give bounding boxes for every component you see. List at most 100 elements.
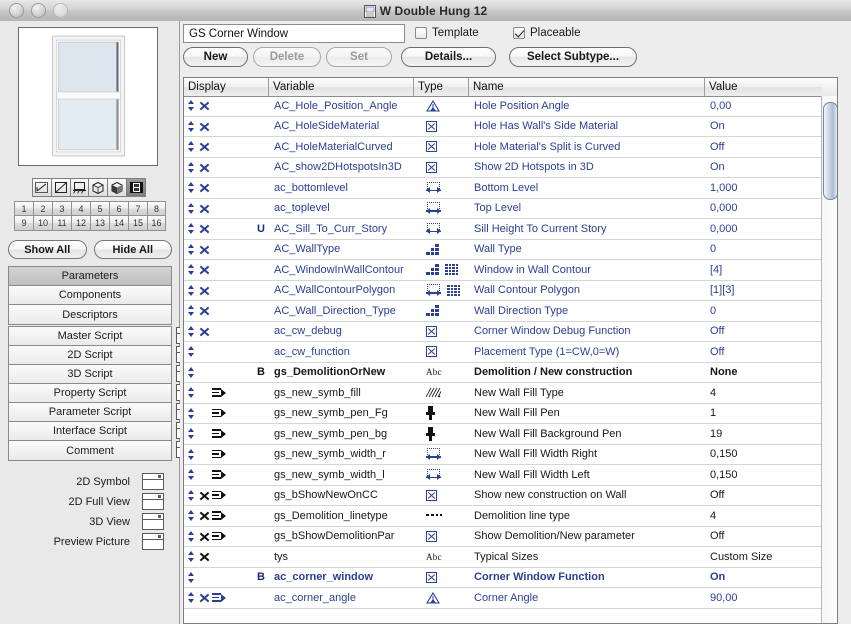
reorder-handle-icon[interactable] (187, 181, 196, 194)
cell-type[interactable] (414, 424, 469, 444)
cell-value[interactable]: 0 (705, 240, 825, 260)
sidebar-item-comment[interactable]: Comment (9, 441, 198, 460)
table-row[interactable]: gs_bShowDemolitionPar Show Demolition/New… (184, 527, 837, 547)
cell-display[interactable]: B (184, 568, 269, 588)
cell-display[interactable] (184, 178, 269, 198)
cell-display[interactable] (184, 527, 269, 547)
reorder-handle-icon[interactable] (187, 448, 196, 461)
cell-type[interactable] (414, 240, 469, 260)
cell-type[interactable] (414, 301, 469, 321)
section-view-icon[interactable] (69, 178, 89, 197)
cell-value[interactable]: 90,00 (705, 588, 825, 608)
reorder-handle-icon[interactable] (187, 263, 196, 276)
cell-name[interactable]: Corner Angle (469, 588, 705, 608)
cell-variable[interactable]: ac_corner_angle (269, 588, 414, 608)
placeable-checkbox[interactable]: Placeable (513, 27, 581, 39)
child-parameter-icon[interactable] (212, 510, 226, 521)
cell-display[interactable] (184, 158, 269, 178)
cell-value[interactable]: 0,150 (705, 445, 825, 465)
checkbox-box[interactable] (415, 27, 427, 39)
table-row[interactable]: AC_WallType Wall Type 0 (184, 240, 837, 260)
cell-type[interactable] (414, 383, 469, 403)
cell-value[interactable]: Off (705, 342, 825, 362)
sidebar-item-master-script[interactable]: Master Script (9, 327, 198, 346)
cell-variable[interactable]: gs_new_symb_pen_bg (269, 424, 414, 444)
table-row[interactable]: AC_Hole_Position_Angle Hole Position Angl… (184, 96, 837, 117)
cell-name[interactable]: Demolition / New construction (469, 363, 705, 383)
table-row[interactable]: gs_new_symb_pen_Fg New Wall Fill Pen 1 (184, 404, 837, 424)
hidden-parameter-icon[interactable] (198, 161, 210, 174)
cell-value[interactable]: 1,000 (705, 178, 825, 198)
cell-name[interactable]: Corner Window Debug Function (469, 322, 705, 342)
reorder-handle-icon[interactable] (187, 591, 196, 604)
cell-variable[interactable]: ac_toplevel (269, 199, 414, 219)
reorder-handle-icon[interactable] (187, 386, 196, 399)
cell-display[interactable] (184, 486, 269, 506)
child-parameter-icon[interactable] (212, 408, 226, 419)
reorder-handle-icon[interactable] (187, 161, 196, 174)
cell-variable[interactable]: tys (269, 547, 414, 567)
table-row[interactable]: gs_new_symb_fill New Wall Fill Type 4 (184, 383, 837, 404)
reorder-handle-icon[interactable] (187, 243, 196, 256)
details-button[interactable]: Details... (401, 47, 496, 67)
child-parameter-icon[interactable] (212, 387, 226, 398)
hidden-parameter-icon[interactable] (198, 120, 210, 133)
cell-variable[interactable]: AC_WallType (269, 240, 414, 260)
cell-display[interactable] (184, 424, 269, 444)
cell-variable[interactable]: AC_show2DHotspotsIn3D (269, 158, 414, 178)
layer-button-13[interactable]: 13 (90, 216, 109, 231)
cell-type[interactable] (414, 260, 469, 280)
cell-value[interactable]: 19 (705, 424, 825, 444)
cell-value[interactable]: 1 (705, 404, 825, 424)
cell-display[interactable] (184, 465, 269, 485)
cell-name[interactable]: Typical Sizes (469, 547, 705, 567)
table-row[interactable]: AC_Wall_Direction_Type Wall Direction Typ… (184, 301, 837, 322)
cell-display[interactable] (184, 342, 269, 362)
delete-button[interactable]: Delete (253, 47, 321, 67)
cell-name[interactable]: Hole Material's Split is Curved (469, 137, 705, 157)
cell-variable[interactable]: ac_bottomlevel (269, 178, 414, 198)
cell-name[interactable]: Top Level (469, 199, 705, 219)
child-parameter-icon[interactable] (212, 592, 226, 603)
column-header-value[interactable]: Value (705, 78, 825, 96)
cell-type[interactable] (414, 342, 469, 362)
cell-name[interactable]: Wall Type (469, 240, 705, 260)
cell-name[interactable]: Wall Contour Polygon (469, 281, 705, 301)
cell-value[interactable]: Off (705, 486, 825, 506)
table-row[interactable]: ac_toplevel Top Level 0,000 (184, 199, 837, 219)
cell-value[interactable]: None (705, 363, 825, 383)
reorder-handle-icon[interactable] (187, 222, 196, 235)
layer-button-5[interactable]: 5 (90, 201, 109, 216)
cell-display[interactable] (184, 96, 269, 116)
cell-display[interactable] (184, 322, 269, 342)
template-checkbox[interactable]: Template (415, 27, 479, 39)
cell-name[interactable]: Demolition line type (469, 506, 705, 526)
cell-variable[interactable]: ac_cw_debug (269, 322, 414, 342)
symbol-view-icon[interactable] (50, 178, 70, 197)
cell-name[interactable]: Bottom Level (469, 178, 705, 198)
table-row[interactable]: ac_corner_angle Corner Angle 90,00 (184, 588, 837, 609)
layer-button-7[interactable]: 7 (128, 201, 147, 216)
cell-display[interactable] (184, 199, 269, 219)
sidebar-item-parameter-script[interactable]: Parameter Script (9, 403, 198, 422)
reorder-handle-icon[interactable] (187, 407, 196, 420)
cell-value[interactable]: 0 (705, 301, 825, 321)
reorder-handle-icon[interactable] (187, 140, 196, 153)
cell-variable[interactable]: gs_new_symb_width_r (269, 445, 414, 465)
reorder-handle-icon[interactable] (187, 120, 196, 133)
layer-button-14[interactable]: 14 (109, 216, 128, 231)
cell-display[interactable] (184, 588, 269, 608)
table-row[interactable]: gs_new_symb_pen_bg New Wall Fill Backgrou… (184, 424, 837, 445)
column-header-display[interactable]: Display (184, 78, 269, 96)
table-row[interactable]: Bac_corner_window Corner Window Function O… (184, 568, 837, 588)
cell-display[interactable]: B (184, 363, 269, 383)
cell-type[interactable] (414, 199, 469, 219)
cell-variable[interactable]: gs_bShowNewOnCC (269, 486, 414, 506)
reorder-handle-icon[interactable] (187, 284, 196, 297)
cell-name[interactable]: Wall Direction Type (469, 301, 705, 321)
sidebar-item-3d-script[interactable]: 3D Script (9, 365, 198, 384)
cell-type[interactable]: Abc (414, 547, 469, 567)
cell-name[interactable]: Show new construction on Wall (469, 486, 705, 506)
cell-display[interactable] (184, 301, 269, 321)
cell-type[interactable] (414, 158, 469, 178)
